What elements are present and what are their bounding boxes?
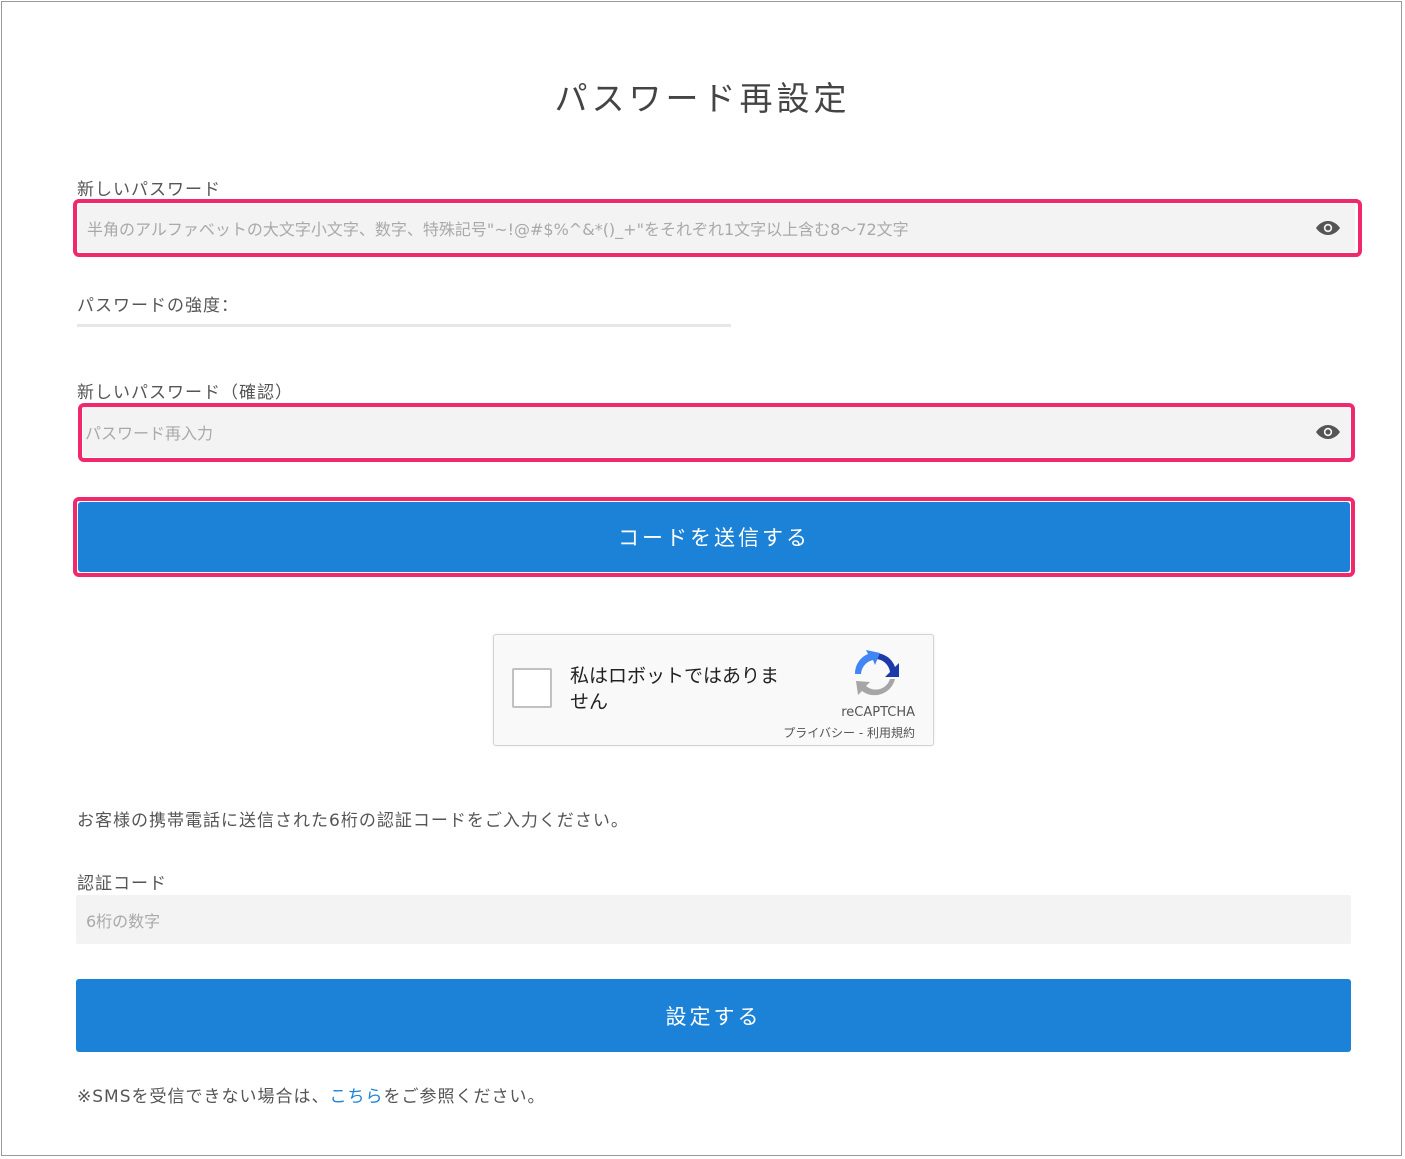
submit-button[interactable]: 設定する [76,979,1351,1052]
new-password-highlight [73,199,1362,257]
verification-code-input[interactable]: 6桁の数字 [76,895,1351,944]
footer-note-prefix: ※SMSを受信できない場合は、 [77,1087,330,1107]
recaptcha-logo-icon [854,650,899,696]
confirm-password-highlight [78,403,1355,462]
new-password-label: 新しいパスワード [77,180,221,200]
send-code-highlight [73,497,1355,577]
password-strength-label: パスワードの強度： [77,296,239,316]
footer-note: ※SMSを受信できない場合は、こちらをご参照ください。 [77,1082,546,1107]
recaptcha-widget: 私はロボットではありません reCAPTCHA プライバシー - 利用規約 [493,634,934,746]
confirm-password-label: 新しいパスワード（確認） [77,383,293,403]
help-link[interactable]: こちら [330,1087,384,1107]
footer-note-suffix: をご参照ください。 [383,1087,546,1107]
page-title: パスワード再設定 [554,79,851,118]
verification-code-placeholder: 6桁の数字 [86,911,161,931]
instruction-text: お客様の携帯電話に送信された6桁の認証コードをご入力ください。 [77,811,629,831]
recaptcha-brand: reCAPTCHA [841,705,915,720]
password-strength-meter [77,324,731,327]
recaptcha-label: 私はロボットではありません [570,665,780,713]
recaptcha-links[interactable]: プライバシー - 利用規約 [783,724,915,741]
recaptcha-checkbox[interactable] [512,668,552,708]
verification-code-label: 認証コード [77,874,167,894]
